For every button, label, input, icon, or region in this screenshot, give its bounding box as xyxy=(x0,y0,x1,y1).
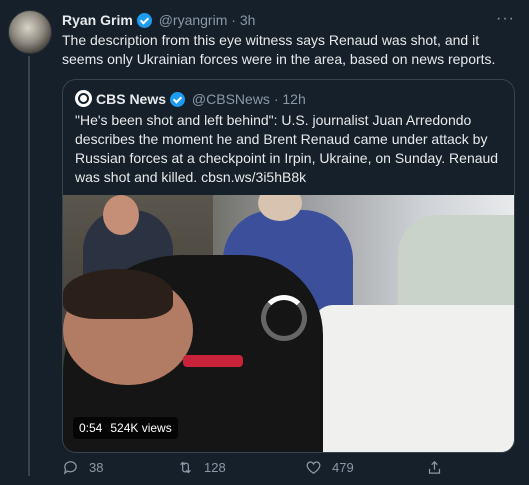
avatar[interactable] xyxy=(8,10,52,54)
quoted-text: "He's been shot and left behind": U.S. j… xyxy=(75,112,499,185)
quoted-avatar xyxy=(75,90,92,107)
quoted-author-name: CBS News xyxy=(96,91,167,107)
video-player[interactable]: 0:54 524K views xyxy=(63,195,514,452)
reply-button[interactable]: 38 xyxy=(62,459,103,476)
video-views: 524K views xyxy=(110,421,172,435)
video-info-badge: 0:54 524K views xyxy=(73,417,178,439)
share-icon xyxy=(428,460,441,474)
video-scene-watch xyxy=(183,355,243,367)
timestamp[interactable]: 3h xyxy=(240,12,256,28)
like-button[interactable]: 479 xyxy=(305,459,354,476)
author-handle[interactable]: @ryangrim xyxy=(159,12,228,28)
share-button[interactable] xyxy=(426,459,443,476)
verified-icon xyxy=(170,92,186,107)
reply-icon xyxy=(63,461,77,475)
reply-count: 38 xyxy=(89,460,104,475)
quoted-handle: @CBSNews xyxy=(191,91,270,107)
separator: · xyxy=(273,91,279,107)
more-icon[interactable]: ··· xyxy=(496,10,515,28)
verified-icon xyxy=(136,13,152,28)
tweet-text: The description from this eye witness sa… xyxy=(62,32,496,67)
author-name[interactable]: Ryan Grim xyxy=(62,12,133,28)
video-scene-sheet xyxy=(313,305,514,452)
quoted-timestamp: 12h xyxy=(282,91,306,107)
like-icon xyxy=(306,461,321,474)
like-count: 479 xyxy=(332,460,354,475)
retweet-button[interactable]: 128 xyxy=(177,459,226,476)
video-duration: 0:54 xyxy=(79,421,103,435)
quoted-header: CBS News @CBSNews · 12h xyxy=(96,90,306,108)
video-scene-patient xyxy=(63,269,173,319)
separator: · xyxy=(231,12,236,28)
retweet-icon xyxy=(180,461,191,474)
loading-spinner-icon xyxy=(261,295,307,341)
video-scene-person xyxy=(103,195,139,235)
tweet-header: Ryan Grim @ryangrim · 3h xyxy=(62,11,255,29)
action-bar: 38 128 479 xyxy=(62,459,517,479)
retweet-count: 128 xyxy=(204,460,226,475)
thread-line xyxy=(28,56,30,476)
quoted-tweet[interactable]: CBS News @CBSNews · 12h "He's been shot … xyxy=(62,79,515,453)
